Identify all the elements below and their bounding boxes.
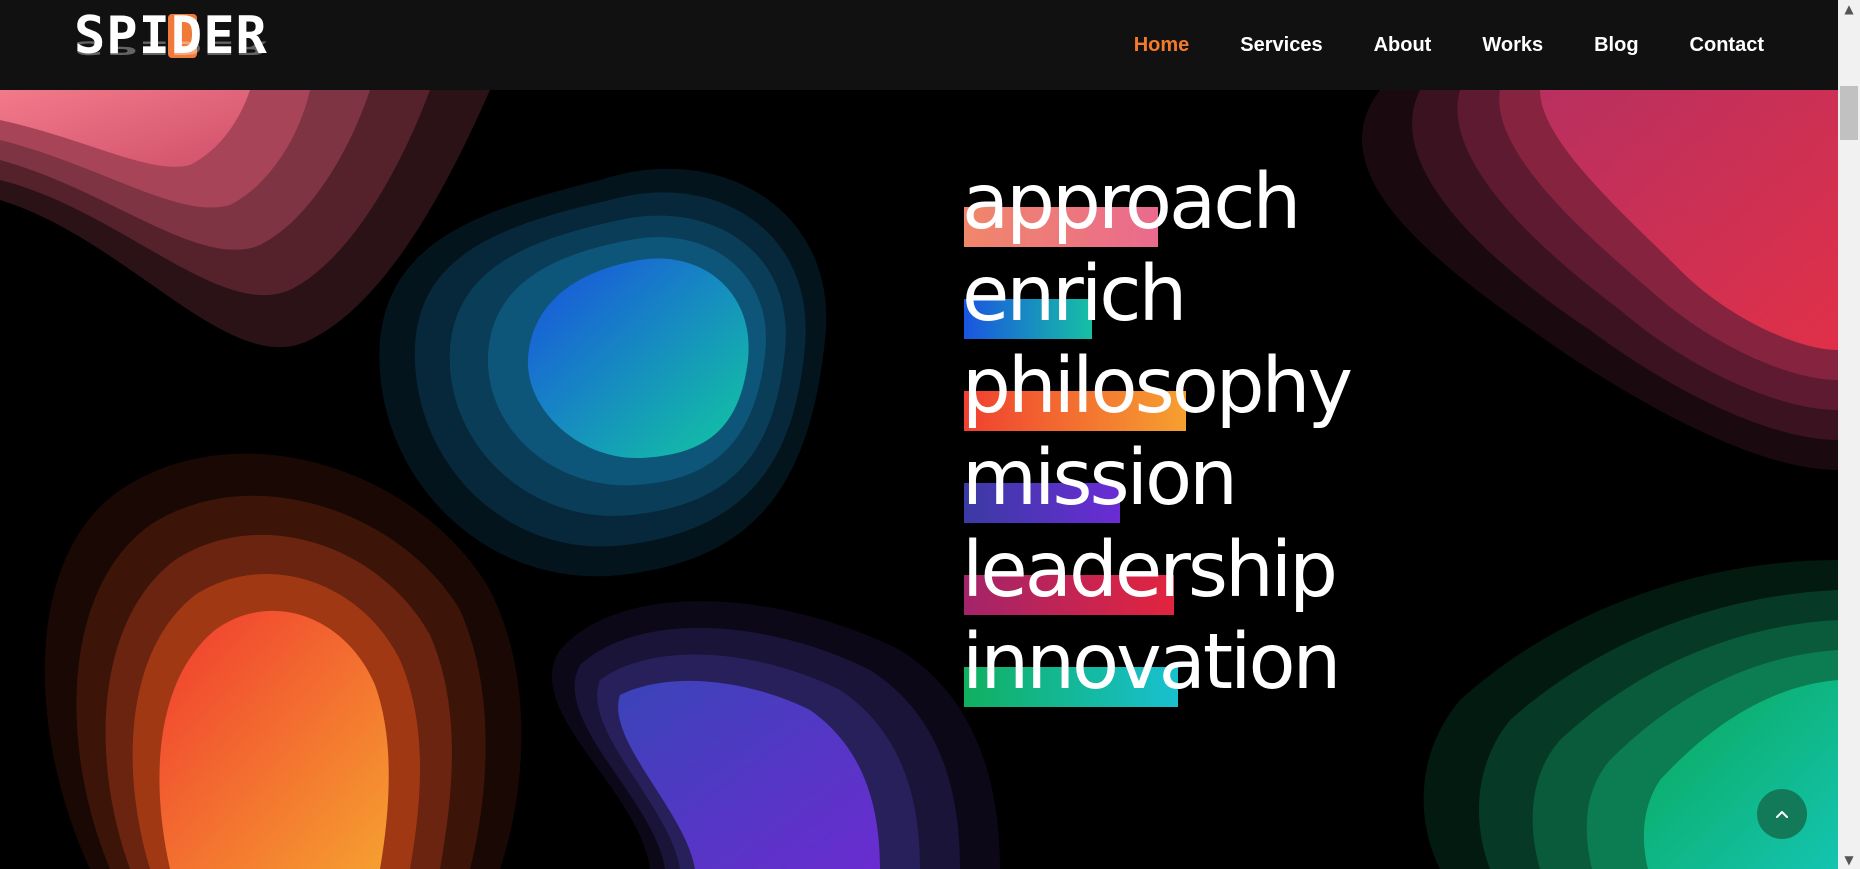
scroll-down-arrow-icon[interactable]: ▼ [1838,851,1860,869]
logo-reflection: SPIDER [74,37,268,59]
scrollbar-thumb[interactable] [1840,86,1858,140]
red-blob [1362,90,1838,470]
hero-word: innovation [962,617,1350,709]
nav-home[interactable]: Home [1134,34,1190,57]
nav-blog[interactable]: Blog [1594,34,1638,57]
purple-blob [551,601,1000,869]
site-header: SPIDER SPIDER Home Services About Works … [0,0,1838,90]
hero-word: enrich [962,249,1350,341]
chevron-up-icon [1776,811,1788,818]
nav-contact[interactable]: Contact [1690,34,1764,57]
page-scrollbar[interactable]: ▲ ▼ [1838,0,1860,869]
hero-word-text: enrich [962,250,1187,339]
hero-word-text: innovation [962,618,1341,707]
hero-word: mission [962,433,1350,525]
hero-background-art [0,90,1838,869]
hero-word-list: approach enrich philosophy mission leade… [962,157,1353,709]
hero-word: approach [962,157,1350,249]
hero-word-text: mission [962,434,1238,523]
scroll-up-arrow-icon[interactable]: ▲ [1838,0,1860,18]
nav-works[interactable]: Works [1482,34,1543,57]
page: SPIDER SPIDER Home Services About Works … [0,0,1860,869]
hero-word-text: philosophy [962,342,1353,431]
nav-about[interactable]: About [1374,34,1432,57]
main-nav: Home Services About Works Blog Contact [1134,0,1764,90]
hero-word-text: leadership [962,526,1338,615]
nav-services[interactable]: Services [1240,34,1322,57]
back-to-top-button[interactable] [1757,789,1807,839]
hero-word: philosophy [962,341,1353,433]
hero-word: leadership [962,525,1350,617]
hero-word-text: approach [962,158,1301,247]
blue-blob [379,168,827,577]
